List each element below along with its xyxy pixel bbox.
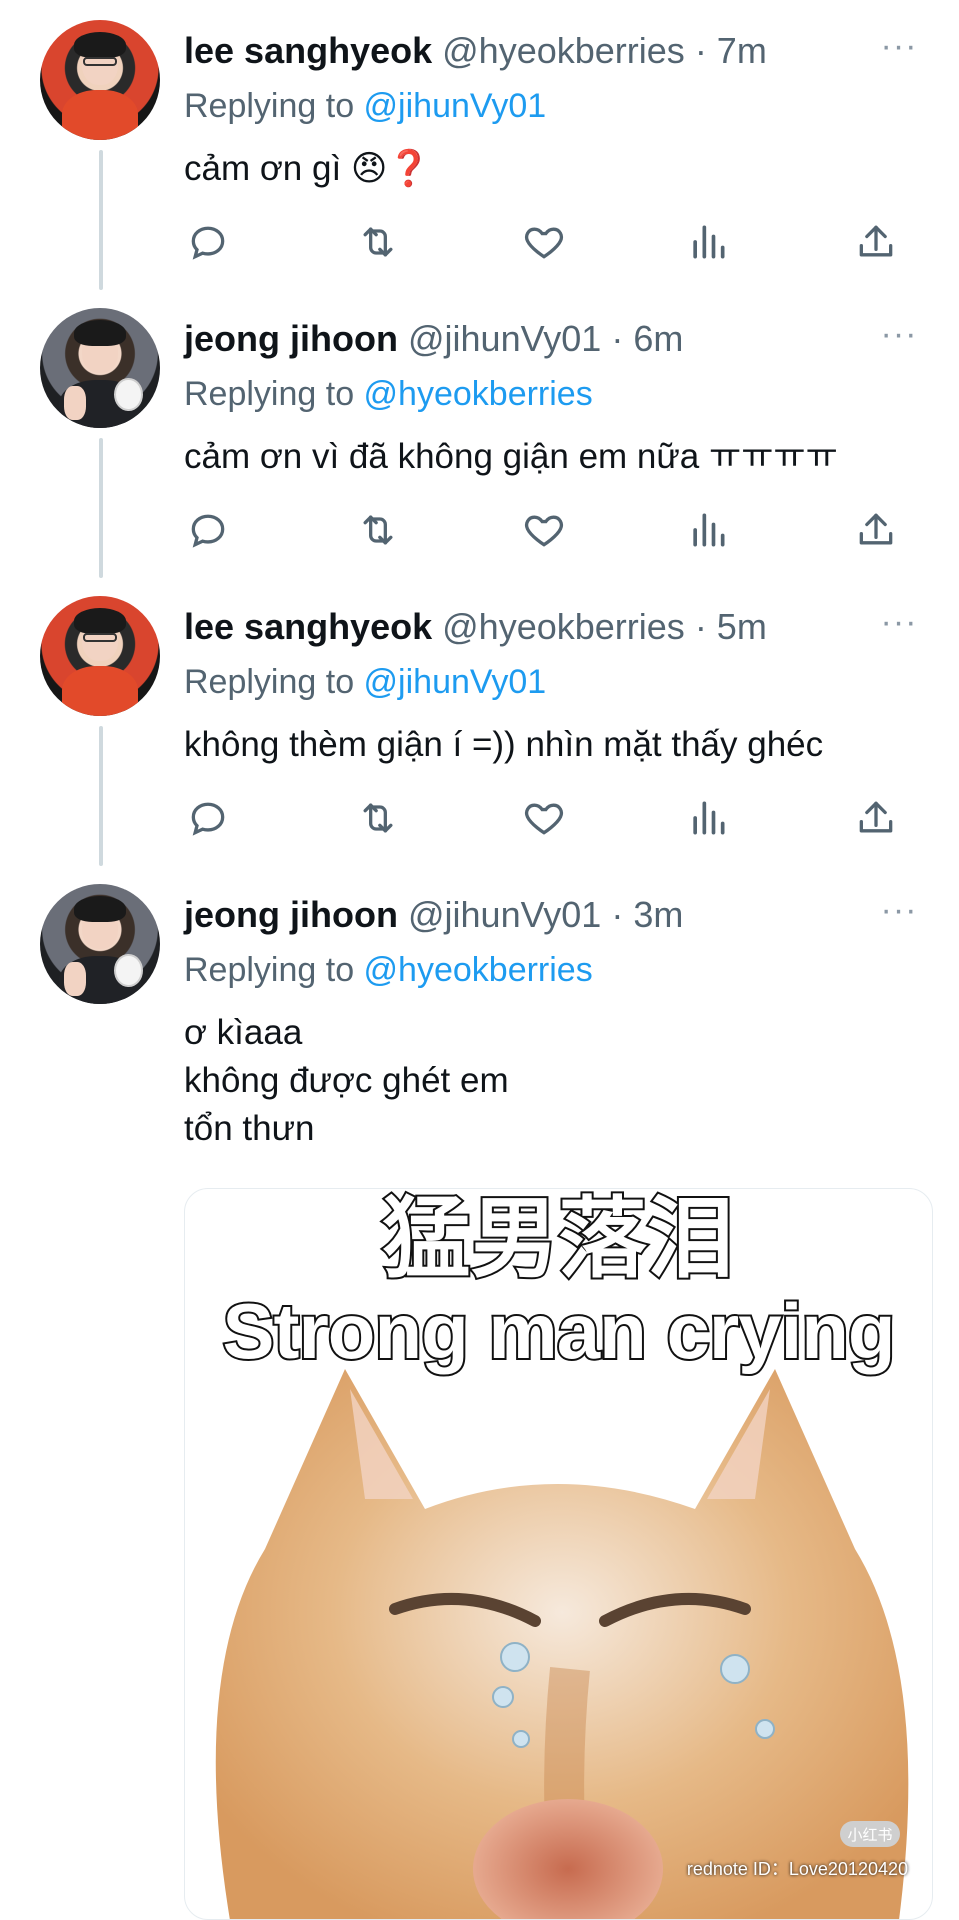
tweet[interactable]: lee sanghyeok @hyeokberries · 7m ··· Rep…	[0, 0, 959, 290]
tweet-text: cảm ơn gì 😠❓	[184, 149, 431, 188]
avatar-hair	[73, 608, 127, 635]
avatar[interactable]	[40, 20, 160, 140]
display-name[interactable]: lee sanghyeok	[184, 30, 432, 71]
rednote-watermark: rednote ID：Love20120420	[686, 1859, 908, 1879]
thread-line	[99, 726, 103, 866]
replying-prefix: Replying to	[184, 663, 364, 701]
replying-prefix: Replying to	[184, 375, 364, 413]
views-icon[interactable]	[684, 794, 732, 842]
avatar-shirt	[61, 665, 139, 716]
more-icon[interactable]: ···	[879, 890, 919, 930]
display-name[interactable]: jeong jihoon	[184, 318, 398, 359]
meme-caption-chinese: 猛男落泪	[380, 1189, 736, 1290]
tweet-actions	[184, 218, 924, 268]
tweet[interactable]: jeong jihoon @jihunVy01 · 6m ··· Replyin…	[0, 288, 959, 578]
share-icon[interactable]	[852, 506, 900, 554]
user-handle[interactable]: @jihunVy01	[408, 318, 601, 359]
share-icon[interactable]	[852, 794, 900, 842]
display-name[interactable]: lee sanghyeok	[184, 606, 432, 647]
retweet-icon[interactable]	[354, 218, 402, 266]
avatar-glasses	[83, 57, 117, 66]
tweet-header: lee sanghyeok @hyeokberries · 5m	[184, 604, 767, 650]
avatar-hair	[73, 320, 127, 347]
timestamp[interactable]: · 5m	[695, 606, 767, 647]
avatar[interactable]	[40, 308, 160, 428]
like-icon[interactable]	[520, 794, 568, 842]
tweet-header: lee sanghyeok @hyeokberries · 7m	[184, 28, 767, 74]
replying-to: Replying to @hyeokberries	[184, 372, 593, 416]
views-icon[interactable]	[684, 506, 732, 554]
avatar-hand	[64, 386, 86, 420]
reply-mention-link[interactable]: @jihunVy01	[364, 87, 547, 125]
timestamp[interactable]: · 6m	[611, 318, 683, 359]
tweet-actions	[184, 506, 924, 556]
thread-line	[99, 438, 103, 578]
replying-to: Replying to @hyeokberries	[184, 948, 593, 992]
replying-to: Replying to @jihunVy01	[184, 660, 546, 704]
avatar-toy	[114, 953, 144, 988]
avatar-hair	[73, 32, 127, 59]
tweet-header: jeong jihoon @jihunVy01 · 6m	[184, 316, 683, 362]
more-icon[interactable]: ···	[879, 314, 919, 354]
tweet-header: jeong jihoon @jihunVy01 · 3m	[184, 892, 683, 938]
meme-caption-english: Strong man crying	[220, 1285, 897, 1377]
avatar-glasses	[83, 633, 117, 642]
reply-icon[interactable]	[184, 794, 232, 842]
replying-to: Replying to @jihunVy01	[184, 84, 546, 128]
user-handle[interactable]: @hyeokberries	[442, 606, 685, 647]
replying-prefix: Replying to	[184, 87, 364, 125]
reply-icon[interactable]	[184, 506, 232, 554]
tweet[interactable]: lee sanghyeok @hyeokberries · 5m ··· Rep…	[0, 576, 959, 866]
avatar-hand	[64, 962, 86, 996]
retweet-icon[interactable]	[354, 506, 402, 554]
more-icon[interactable]: ···	[879, 602, 919, 642]
tweet-text: cảm ơn vì đã không giận em nữa ㅠㅠㅠㅠ	[184, 437, 838, 476]
reply-mention-link[interactable]: @hyeokberries	[364, 951, 593, 989]
user-handle[interactable]: @jihunVy01	[408, 894, 601, 935]
user-handle[interactable]: @hyeokberries	[442, 30, 685, 71]
avatar[interactable]	[40, 884, 160, 1004]
rednote-badge: 小红书	[840, 1821, 900, 1847]
tweet-text: không thèm giận í =)) nhìn mặt thấy ghéc	[184, 725, 824, 764]
avatar[interactable]	[40, 596, 160, 716]
thread-line	[99, 150, 103, 290]
tweet-media-image[interactable]: 猛男落泪 Strong man crying 小红书 rednote ID：Lo…	[184, 1188, 933, 1920]
reply-mention-link[interactable]: @jihunVy01	[364, 663, 547, 701]
share-icon[interactable]	[852, 218, 900, 266]
timestamp[interactable]: · 7m	[695, 30, 767, 71]
avatar-shirt	[61, 89, 139, 140]
timestamp[interactable]: · 3m	[611, 894, 683, 935]
display-name[interactable]: jeong jihoon	[184, 894, 398, 935]
like-icon[interactable]	[520, 218, 568, 266]
retweet-icon[interactable]	[354, 794, 402, 842]
more-icon[interactable]: ···	[879, 26, 919, 66]
tweet-actions	[184, 794, 924, 844]
like-icon[interactable]	[520, 506, 568, 554]
views-icon[interactable]	[684, 218, 732, 266]
tweet-text: ơ kìaaa không được ghét em tổn thưn	[184, 1013, 509, 1148]
reply-icon[interactable]	[184, 218, 232, 266]
reply-mention-link[interactable]: @hyeokberries	[364, 375, 593, 413]
replying-prefix: Replying to	[184, 951, 364, 989]
avatar-toy	[114, 377, 144, 412]
avatar-hair	[73, 896, 127, 923]
